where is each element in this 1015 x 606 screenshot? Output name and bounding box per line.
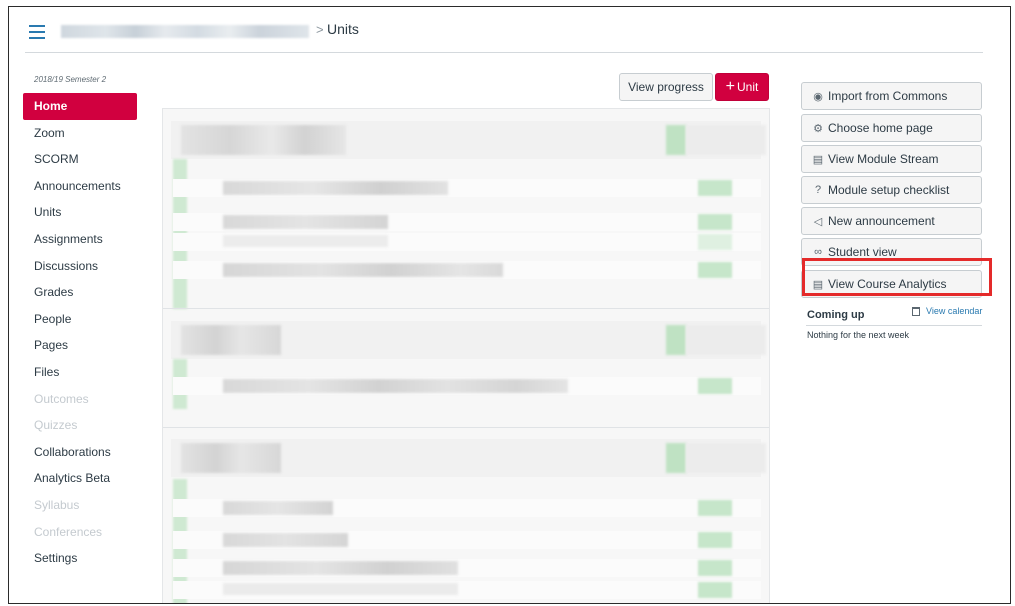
megaphone-icon: ◁ (813, 215, 823, 228)
choose-home-page-button[interactable]: ⚙ Choose home page (801, 114, 982, 142)
stream-icon: ▤ (812, 153, 824, 166)
nav-item-pages[interactable]: Pages (23, 332, 137, 359)
home-page-icon: ⚙ (813, 122, 823, 135)
module-setup-checklist-button[interactable]: ? Module setup checklist (801, 176, 982, 204)
view-progress-label: View progress (628, 80, 704, 94)
modules-list-blurred (162, 108, 770, 603)
term-label: 2018/19 Semester 2 (34, 75, 107, 84)
view-course-analytics-button[interactable]: ▤ View Course Analytics (801, 270, 982, 298)
sidebar-button-label: View Module Stream (828, 152, 939, 166)
glasses-icon: ∞ (814, 246, 822, 258)
plus-icon: + (725, 78, 735, 95)
student-view-button[interactable]: ∞ Student view (801, 238, 982, 266)
new-announcement-button[interactable]: ◁ New announcement (801, 207, 982, 235)
breadcrumb-current: Units (327, 21, 359, 37)
nav-item-quizzes: Quizzes (34, 418, 78, 433)
app-frame: > Units 2018/19 Semester 2 Home Zoom SCORM… (8, 6, 1011, 604)
nav-item-scorm[interactable]: SCORM (23, 146, 137, 173)
module-item-blurred[interactable] (173, 581, 761, 599)
sidebar-button-label: Import from Commons (828, 89, 948, 103)
module-header-blurred[interactable] (171, 439, 766, 477)
nav-item-conferences: Conferences (34, 524, 103, 539)
sidebar-button-label: Student view (828, 245, 897, 259)
help-circle-icon: ? (814, 184, 822, 196)
nav-item-collaborations[interactable]: Collaborations (23, 439, 137, 466)
module-header-blurred[interactable] (171, 321, 766, 359)
breadcrumb-course-blurred[interactable] (61, 25, 309, 38)
nav-item-settings[interactable]: Settings (23, 545, 137, 572)
module-item-blurred[interactable] (173, 499, 761, 517)
module-item-blurred[interactable] (173, 179, 761, 197)
nav-item-units[interactable]: Units (23, 199, 137, 226)
module-item-blurred[interactable] (173, 531, 761, 549)
module-item-blurred[interactable] (173, 377, 761, 395)
nav-item-zoom[interactable]: Zoom (23, 120, 137, 147)
import-from-commons-button[interactable]: ◉ Import from Commons (801, 82, 982, 110)
breadcrumb-separator-icon: > (316, 22, 324, 37)
sidebar-button-label: New announcement (828, 214, 935, 228)
module-item-blurred[interactable] (173, 233, 761, 251)
view-calendar-link[interactable]: View calendar (912, 306, 982, 316)
calendar-icon (912, 306, 920, 316)
module-item-blurred[interactable] (173, 559, 761, 577)
add-unit-button[interactable]: + Unit (715, 73, 769, 101)
coming-up-empty-message: Nothing for the next week (807, 330, 910, 340)
nav-item-announcements[interactable]: Announcements (23, 173, 137, 200)
sidebar-button-label: View Course Analytics (828, 277, 947, 291)
module-header-blurred[interactable] (171, 121, 766, 159)
coming-up-title: Coming up (807, 309, 865, 321)
view-progress-button[interactable]: View progress (619, 73, 713, 101)
nav-item-home[interactable]: Home (23, 93, 137, 120)
nav-item-outcomes: Outcomes (34, 391, 89, 406)
sidebar-button-label: Module setup checklist (828, 183, 950, 197)
sidebar-button-label: Choose home page (828, 121, 933, 135)
nav-item-files[interactable]: Files (23, 359, 137, 386)
nav-item-discussions[interactable]: Discussions (23, 253, 137, 280)
commons-icon: ◉ (813, 90, 823, 103)
nav-item-assignments[interactable]: Assignments (23, 226, 137, 253)
nav-item-analytics-beta[interactable]: Analytics Beta (23, 465, 137, 492)
hamburger-menu-icon[interactable] (29, 25, 45, 39)
coming-up-divider (806, 325, 982, 326)
module-item-blurred[interactable] (173, 213, 761, 231)
nav-item-grades[interactable]: Grades (23, 279, 137, 306)
header-divider (25, 52, 983, 53)
add-unit-label: Unit (737, 80, 759, 94)
view-calendar-label: View calendar (926, 306, 983, 316)
view-module-stream-button[interactable]: ▤ View Module Stream (801, 145, 982, 173)
course-navigation: Home Zoom SCORM Announcements Units Assignmen… (23, 93, 137, 572)
nav-item-people[interactable]: People (23, 306, 137, 333)
analytics-icon: ▤ (812, 278, 824, 291)
nav-item-syllabus: Syllabus (34, 497, 80, 512)
module-item-blurred[interactable] (173, 261, 761, 279)
